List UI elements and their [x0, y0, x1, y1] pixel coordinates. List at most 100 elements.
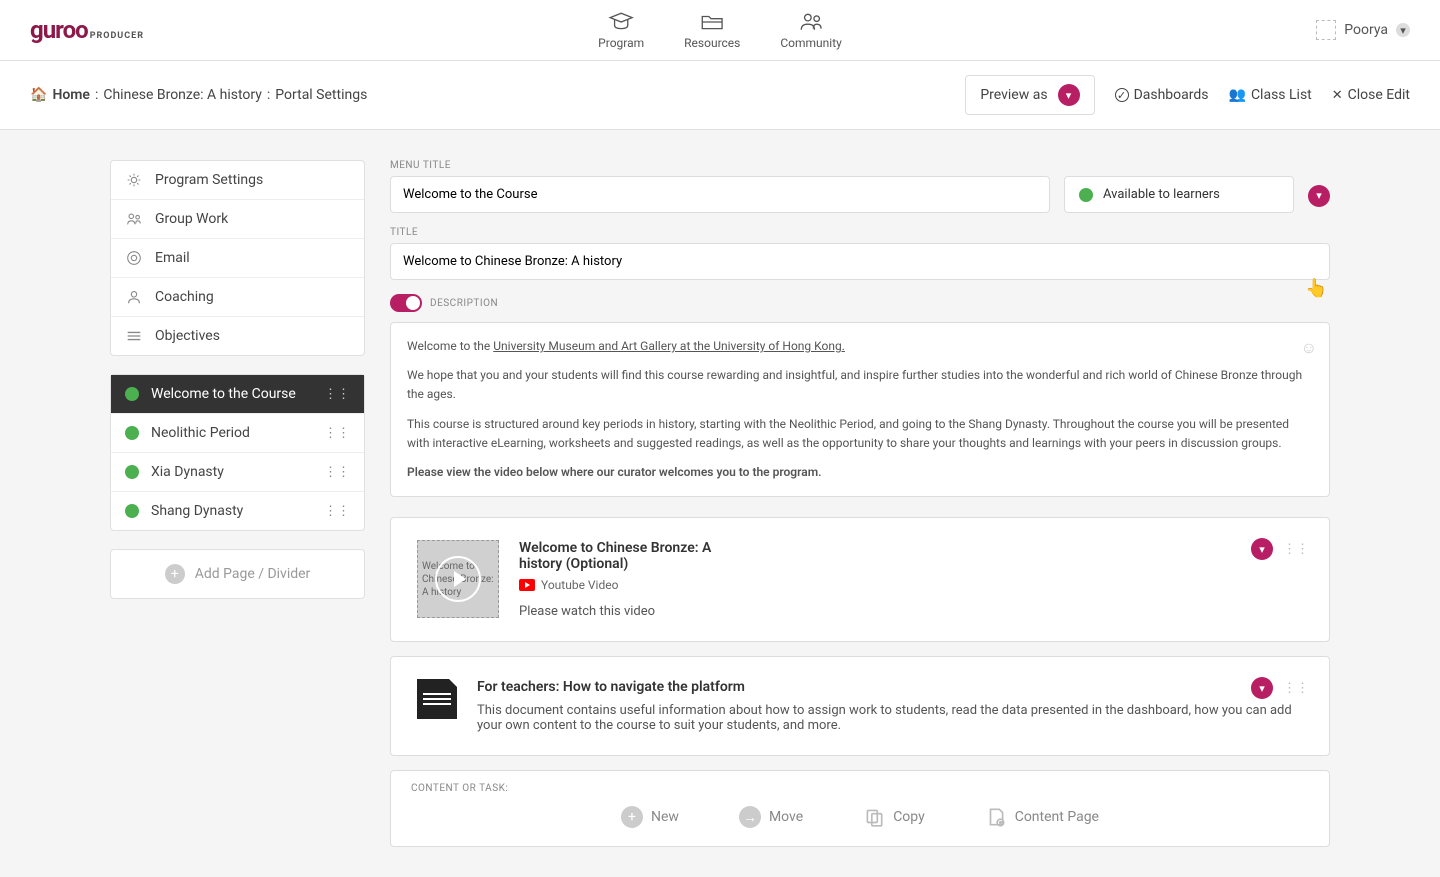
doc-desc: This document contains useful informatio…	[477, 703, 1303, 733]
drag-handle-icon[interactable]: ⋮⋮	[1283, 542, 1309, 557]
document-icon	[417, 679, 457, 719]
video-content-block[interactable]: Welcome to Chinese Bronze: A history Wel…	[390, 517, 1330, 642]
breadcrumb-course[interactable]: Chinese Bronze: A history	[103, 87, 262, 103]
status-dropdown-button[interactable]: ▾	[1308, 185, 1330, 207]
doc-content-block[interactable]: For teachers: How to navigate the platfo…	[390, 656, 1330, 756]
logo-main: guroo	[30, 16, 88, 44]
sidebar-item-email[interactable]: Email	[111, 239, 364, 278]
module-item-welcome[interactable]: Welcome to the Course ⋮⋮	[111, 375, 364, 414]
dashboards-link[interactable]: Dashboards	[1115, 87, 1209, 103]
emoji-picker-icon[interactable]: ☺	[1301, 335, 1317, 361]
status-value: Available to learners	[1103, 187, 1220, 202]
nav-label: Community	[780, 36, 841, 50]
sidebar-item-group-work[interactable]: Group Work	[111, 200, 364, 239]
status-dot-icon	[125, 465, 139, 479]
chevron-down-icon: ▾	[1058, 84, 1080, 106]
video-thumbnail[interactable]: Welcome to Chinese Bronze: A history	[417, 540, 499, 618]
nav-community[interactable]: Community	[780, 11, 841, 50]
gear-icon	[125, 171, 143, 189]
chevron-down-icon[interactable]: ▾	[1396, 23, 1410, 37]
graduation-cap-icon	[607, 11, 635, 33]
cot-label: CONTENT OR TASK:	[411, 783, 1309, 794]
sidebar-item-objectives[interactable]: Objectives	[111, 317, 364, 355]
desc-p4: Please view the video below where our cu…	[407, 463, 1313, 482]
nav-label: Program	[598, 36, 644, 50]
block-menu-button[interactable]: ▾	[1251, 538, 1273, 560]
menu-title-input[interactable]	[390, 176, 1050, 213]
avatar[interactable]	[1316, 20, 1336, 40]
username: Poorya	[1344, 22, 1388, 38]
preview-label: Preview as	[980, 87, 1047, 103]
sidebar-item-program-settings[interactable]: Program Settings	[111, 161, 364, 200]
people-icon: 👥	[1229, 87, 1246, 103]
block-menu-button[interactable]: ▾	[1251, 677, 1273, 699]
check-icon	[1115, 88, 1129, 102]
target-icon	[125, 249, 143, 267]
status-dot-icon	[1079, 188, 1093, 202]
video-title: Welcome to Chinese Bronze: A history (Op…	[519, 540, 719, 572]
description-box[interactable]: ☺ Welcome to the University Museum and A…	[390, 322, 1330, 497]
module-label: Xia Dynasty	[151, 464, 224, 480]
title-input[interactable]	[390, 243, 1330, 280]
home-icon[interactable]: 🏠	[30, 87, 47, 103]
menu-title-label: MENU TITLE	[390, 160, 1050, 171]
people-icon	[797, 11, 825, 33]
video-desc: Please watch this video	[519, 604, 1303, 619]
plus-icon: +	[165, 564, 185, 584]
play-icon	[435, 556, 481, 602]
drag-handle-icon[interactable]: ⋮⋮	[1283, 681, 1309, 696]
sidebar-label: Program Settings	[155, 172, 263, 188]
module-label: Neolithic Period	[151, 425, 250, 441]
breadcrumb-home[interactable]: Home	[52, 87, 90, 103]
module-item-shang[interactable]: Shang Dynasty ⋮⋮	[111, 492, 364, 530]
copy-content-button[interactable]: Copy	[863, 806, 925, 828]
sidebar-label: Group Work	[155, 211, 228, 227]
preview-as-button[interactable]: Preview as ▾	[965, 75, 1094, 115]
desc-p1: Welcome to the University Museum and Art…	[407, 337, 1313, 356]
youtube-icon	[519, 579, 535, 591]
move-content-button[interactable]: → Move	[739, 806, 803, 828]
desc-link[interactable]: University Museum and Art Gallery at the…	[493, 339, 845, 353]
title-label: TITLE	[390, 227, 1330, 238]
add-page-label: Add Page / Divider	[195, 566, 311, 582]
description-toggle[interactable]	[390, 294, 422, 312]
sidebar-label: Objectives	[155, 328, 220, 344]
video-type: Youtube Video	[541, 578, 618, 592]
nav-program[interactable]: Program	[598, 11, 644, 50]
desc-p2: We hope that you and your students will …	[407, 366, 1313, 404]
class-list-link[interactable]: 👥 Class List	[1229, 87, 1312, 103]
page-icon	[985, 806, 1007, 828]
new-content-button[interactable]: + New	[621, 806, 679, 828]
doc-title: For teachers: How to navigate the platfo…	[477, 679, 1303, 695]
module-item-xia[interactable]: Xia Dynasty ⋮⋮	[111, 453, 364, 492]
content-or-task-panel: CONTENT OR TASK: + New → Move Copy Conte…	[390, 770, 1330, 847]
close-edit-button[interactable]: ✕ Close Edit	[1332, 87, 1410, 103]
status-select[interactable]: Available to learners	[1064, 176, 1294, 213]
breadcrumb-page: Portal Settings	[275, 87, 367, 103]
sidebar-label: Email	[155, 250, 190, 266]
folder-icon	[698, 11, 726, 33]
arrow-icon: →	[739, 806, 761, 828]
drag-handle-icon[interactable]: ⋮⋮	[324, 465, 350, 480]
module-label: Shang Dynasty	[151, 503, 243, 519]
drag-handle-icon[interactable]: ⋮⋮	[324, 426, 350, 441]
plus-icon: +	[621, 806, 643, 828]
nav-label: Resources	[684, 36, 740, 50]
module-label: Welcome to the Course	[151, 386, 296, 402]
person-icon	[125, 288, 143, 306]
drag-handle-icon[interactable]: ⋮⋮	[324, 504, 350, 519]
status-dot-icon	[125, 426, 139, 440]
logo-sub: PRODUCER	[90, 31, 144, 41]
close-icon: ✕	[1332, 88, 1343, 103]
breadcrumb: 🏠 Home : Chinese Bronze: A history : Por…	[30, 87, 367, 103]
sidebar-item-coaching[interactable]: Coaching	[111, 278, 364, 317]
nav-resources[interactable]: Resources	[684, 11, 740, 50]
add-page-button[interactable]: + Add Page / Divider	[110, 549, 365, 599]
logo[interactable]: guroo PRODUCER	[30, 16, 144, 44]
content-page-button[interactable]: Content Page	[985, 806, 1099, 828]
copy-icon	[863, 806, 885, 828]
desc-p3: This course is structured around key per…	[407, 415, 1313, 453]
module-item-neolithic[interactable]: Neolithic Period ⋮⋮	[111, 414, 364, 453]
sidebar-label: Coaching	[155, 289, 214, 305]
drag-handle-icon[interactable]: ⋮⋮	[324, 387, 350, 402]
